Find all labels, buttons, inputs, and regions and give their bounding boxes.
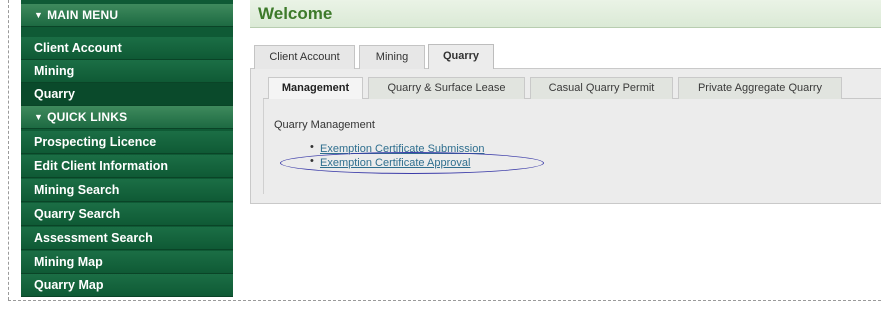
triangle-down-icon: ▼: [34, 112, 44, 122]
sidebar-item-label: Mining Search: [34, 183, 120, 197]
tab-quarry-surface-lease[interactable]: Quarry & Surface Lease: [368, 77, 525, 99]
sidebar-item-label: Mining: [34, 64, 75, 78]
tab-mining[interactable]: Mining: [359, 45, 425, 69]
main-menu-header[interactable]: ▼ MAIN MENU: [21, 4, 233, 27]
highlight-oval: [280, 152, 544, 174]
tab-label: Casual Quarry Permit: [548, 82, 655, 94]
tab-label: Management: [281, 82, 350, 94]
sidebar-item-label: Edit Client Information: [34, 159, 169, 173]
sidebar-item-mining[interactable]: Mining: [21, 60, 233, 83]
tab-client-account[interactable]: Client Account: [254, 45, 355, 69]
sidebar-item-label: Mining Map: [34, 255, 103, 269]
main-menu-header-label: MAIN MENU: [47, 8, 119, 22]
sidebar-item-label: Quarry Map: [34, 278, 104, 292]
triangle-down-icon: ▼: [34, 10, 44, 20]
sidebar-item-assessment-search[interactable]: Assessment Search: [21, 227, 233, 250]
sidebar-item-prospecting-licence[interactable]: Prospecting Licence: [21, 131, 233, 154]
tab-management[interactable]: Management: [268, 77, 363, 100]
tab-label: Quarry & Surface Lease: [387, 82, 506, 94]
quick-links-header-label: QUICK LINKS: [47, 110, 128, 124]
sidebar-item-label: Client Account: [34, 41, 122, 55]
sidebar-item-label: Assessment Search: [34, 231, 153, 245]
tab-quarry[interactable]: Quarry: [428, 44, 494, 69]
sidebar-item-edit-client-information[interactable]: Edit Client Information: [21, 155, 233, 178]
section-label: Quarry Management: [274, 119, 375, 131]
sidebar-item-client-account[interactable]: Client Account: [21, 37, 233, 60]
quick-links-header[interactable]: ▼ QUICK LINKS: [21, 106, 233, 129]
tab-label: Client Account: [269, 51, 340, 63]
sidebar-item-quarry-search[interactable]: Quarry Search: [21, 203, 233, 226]
welcome-header: Welcome: [250, 0, 881, 28]
sidebar-item-label: Quarry Search: [34, 207, 121, 221]
sidebar: ▼ MAIN MENU Client Account Mining Quarry …: [21, 0, 233, 297]
tab-label: Quarry: [442, 50, 480, 62]
tab-casual-quarry-permit[interactable]: Casual Quarry Permit: [530, 77, 673, 99]
tab-private-aggregate-quarry[interactable]: Private Aggregate Quarry: [678, 77, 842, 99]
sidebar-item-quarry[interactable]: Quarry: [21, 83, 233, 106]
page-title: Welcome: [258, 4, 333, 23]
tab-label: Private Aggregate Quarry: [697, 82, 823, 94]
sidebar-item-label: Quarry: [34, 87, 75, 101]
page-frame-left: [8, 0, 9, 300]
sidebar-item-quarry-map[interactable]: Quarry Map: [21, 274, 233, 297]
sidebar-item-label: Prospecting Licence: [34, 135, 157, 149]
sidebar-item-mining-map[interactable]: Mining Map: [21, 251, 233, 274]
page-frame-bottom: [8, 300, 881, 301]
bullet-icon: •: [310, 141, 314, 153]
sidebar-item-mining-search[interactable]: Mining Search: [21, 179, 233, 202]
tab-label: Mining: [375, 51, 409, 63]
